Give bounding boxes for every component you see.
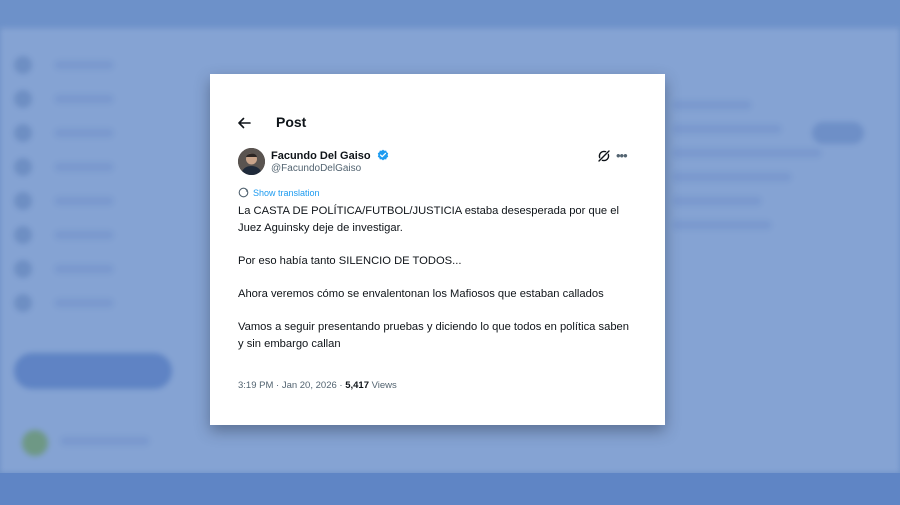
tweet-paragraph: Vamos a seguir presentando pruebas y dic… [238, 321, 629, 350]
verified-badge-icon [377, 149, 389, 164]
show-translation-label: Show translation [253, 187, 320, 198]
tweet-paragraph: Por eso había tanto SILENCIO DE TODOS... [238, 255, 462, 267]
views-count: 5,417 [345, 380, 369, 391]
background-account-text [60, 436, 150, 446]
page-title: Post [276, 114, 307, 130]
tweet-paragraph: Ahora veremos cómo se envalentonan los M… [238, 288, 604, 300]
post-screenshot-frame: Post Facundo Del Gaiso @FacundoDelGaiso [210, 74, 665, 425]
author-handle[interactable]: @FacundoDelGaiso [271, 163, 361, 174]
background-avatar [22, 430, 48, 456]
show-translation-link[interactable]: Show translation [238, 187, 320, 198]
post-header: Post [228, 106, 638, 140]
background-post-button [14, 353, 172, 389]
grok-icon[interactable] [597, 149, 611, 163]
more-icon[interactable]: ••• [616, 148, 628, 163]
tweet-paragraph: La CASTA DE POLÍTICA/FUTBOL/JUSTICIA est… [238, 205, 619, 234]
post-meta: 3:19 PM · Jan 20, 2026 · 5,417 Views [238, 380, 397, 391]
post-card: Post Facundo Del Gaiso @FacundoDelGaiso [228, 106, 638, 401]
background-bottom-band [0, 473, 900, 505]
views-label: Views [368, 380, 397, 391]
post-timestamp[interactable]: 3:19 PM · Jan 20, 2026 · [238, 380, 345, 391]
avatar[interactable] [238, 148, 265, 175]
background-top-band [0, 0, 900, 28]
back-arrow-icon[interactable] [234, 113, 254, 133]
author-name[interactable]: Facundo Del Gaiso [271, 149, 389, 164]
translate-icon [238, 187, 249, 198]
tweet-text: La CASTA DE POLÍTICA/FUTBOL/JUSTICIA est… [238, 203, 630, 369]
author-name-text: Facundo Del Gaiso [271, 150, 371, 162]
background-sidebar [14, 48, 184, 320]
background-right-column [672, 86, 872, 244]
